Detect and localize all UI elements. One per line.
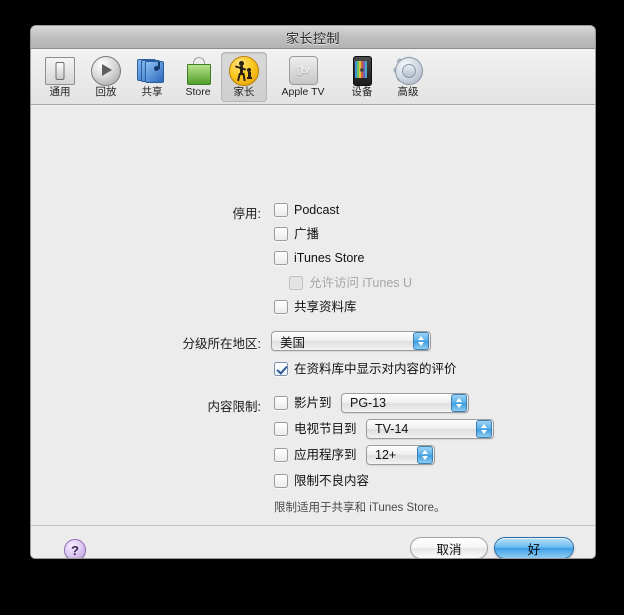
restrictions-section-label-wrap: 内容限制: (171, 396, 261, 415)
ratings-region-value: 美国 (280, 335, 306, 350)
restrictions-note-wrap: 限制适用于共享和 iTunes Store。 (274, 499, 445, 515)
playback-icon (90, 54, 122, 86)
checkbox-row-shared-library[interactable]: 共享资料库 (274, 300, 357, 314)
checkbox-tv-restriction[interactable] (274, 422, 288, 436)
device-iphone-icon (346, 54, 378, 86)
store-bag-icon (182, 54, 214, 86)
chevron-updown-icon (417, 446, 433, 464)
toolbar-item-apple-tv[interactable]: tv Apple TV (267, 52, 339, 102)
toolbar-item-store[interactable]: Store (175, 52, 221, 102)
checkbox-explicit-content[interactable] (274, 474, 288, 488)
checkbox-row-podcast[interactable]: Podcast (274, 203, 339, 217)
toolbar-item-sharing-label: 共享 (141, 86, 163, 98)
toolbar-item-general-label: 通用 (49, 86, 71, 98)
apple-tv-icon: tv (287, 54, 319, 86)
toolbar-item-parental-label: 家长 (233, 86, 255, 98)
checkbox-row-itunes-u: 允许访问 iTunes U (289, 276, 412, 290)
ratings-region-select[interactable]: 美国 (271, 331, 431, 351)
checkbox-podcast-label: Podcast (294, 203, 340, 217)
apps-rating-value: 12+ (375, 448, 397, 462)
checkbox-itunes-u (289, 276, 303, 290)
movies-rating-value: PG-13 (350, 396, 387, 410)
ratings-region-label: 分级所在地区: (182, 337, 261, 351)
checkbox-row-itunes-store[interactable]: iTunes Store (274, 251, 364, 265)
sharing-icon (136, 54, 168, 86)
disable-section-label-wrap: 停用: (171, 203, 261, 222)
screen-root: 家长控制 通用 回放 共享 Store 家长 tv Apple TV 设备 高级… (0, 0, 624, 615)
chevron-updown-icon (476, 420, 492, 438)
checkbox-itunes-store[interactable] (274, 251, 288, 265)
general-icon (44, 54, 76, 86)
toolbar-item-playback-label: 回放 (95, 86, 117, 98)
dialog-footer: ? 取消 好 (31, 525, 595, 558)
restrictions-section-label: 内容限制: (207, 400, 261, 414)
toolbar-item-advanced[interactable]: 高级 (385, 52, 431, 102)
preferences-toolbar: 通用 回放 共享 Store 家长 tv Apple TV 设备 高级 (31, 49, 595, 105)
toolbar-item-sharing[interactable]: 共享 (129, 52, 175, 102)
checkbox-apps-restriction[interactable] (274, 448, 288, 462)
toolbar-item-devices-label: 设备 (351, 86, 373, 98)
ok-button[interactable]: 好 (494, 537, 574, 558)
checkbox-radio-label: 广播 (294, 227, 320, 241)
window-titlebar: 家长控制 (31, 26, 595, 49)
toolbar-item-devices[interactable]: 设备 (339, 52, 385, 102)
toolbar-item-store-label: Store (185, 86, 211, 98)
chevron-updown-icon (413, 332, 429, 350)
checkbox-shared-library-label: 共享资料库 (294, 300, 357, 314)
ratings-region-label-wrap: 分级所在地区: (151, 333, 261, 352)
tv-rating-select[interactable]: TV-14 (366, 419, 494, 439)
checkbox-movies-restriction[interactable] (274, 396, 288, 410)
parental-controls-pane: 停用: Podcast 广播 iTunes Store 允许访问 iTunes … (31, 105, 595, 558)
checkbox-itunes-store-label: iTunes Store (294, 251, 365, 265)
toolbar-item-parental[interactable]: 家长 (221, 52, 267, 102)
chevron-updown-icon (451, 394, 467, 412)
toolbar-item-apple-tv-label: Apple TV (281, 86, 325, 98)
tv-rating-value: TV-14 (375, 422, 409, 436)
checkbox-show-ratings[interactable] (274, 362, 288, 376)
toolbar-item-playback[interactable]: 回放 (83, 52, 129, 102)
window-title: 家长控制 (285, 30, 340, 46)
checkbox-show-ratings-label: 在资料库中显示对内容的评价 (294, 362, 457, 376)
cancel-button[interactable]: 取消 (410, 537, 488, 558)
gear-icon (392, 54, 424, 86)
checkbox-tv-restriction-label: 电视节目到 (294, 422, 357, 436)
apps-rating-select[interactable]: 12+ (366, 445, 435, 465)
restriction-row-explicit[interactable]: 限制不良内容 (274, 474, 369, 488)
checkbox-podcast[interactable] (274, 203, 288, 217)
checkbox-shared-library[interactable] (274, 300, 288, 314)
restriction-row-tv[interactable]: 电视节目到 (274, 422, 357, 436)
toolbar-item-general[interactable]: 通用 (37, 52, 83, 102)
checkbox-row-radio[interactable]: 广播 (274, 227, 319, 241)
disable-section-label: 停用: (232, 207, 261, 221)
help-button[interactable]: ? (64, 539, 86, 558)
parental-controls-icon (228, 54, 260, 86)
checkbox-movies-restriction-label: 影片到 (294, 396, 332, 410)
checkbox-radio[interactable] (274, 227, 288, 241)
checkbox-apps-restriction-label: 应用程序到 (294, 448, 357, 462)
checkbox-explicit-content-label: 限制不良内容 (294, 474, 370, 488)
movies-rating-select[interactable]: PG-13 (341, 393, 469, 413)
toolbar-item-advanced-label: 高级 (397, 86, 419, 98)
checkbox-row-show-ratings[interactable]: 在资料库中显示对内容的评价 (274, 362, 457, 376)
preferences-window: 家长控制 通用 回放 共享 Store 家长 tv Apple TV 设备 高级… (30, 25, 596, 559)
restriction-row-apps[interactable]: 应用程序到 (274, 448, 357, 462)
checkbox-itunes-u-label: 允许访问 iTunes U (309, 276, 413, 290)
restriction-row-movies[interactable]: 影片到 (274, 396, 332, 410)
restrictions-note: 限制适用于共享和 iTunes Store。 (274, 502, 446, 514)
